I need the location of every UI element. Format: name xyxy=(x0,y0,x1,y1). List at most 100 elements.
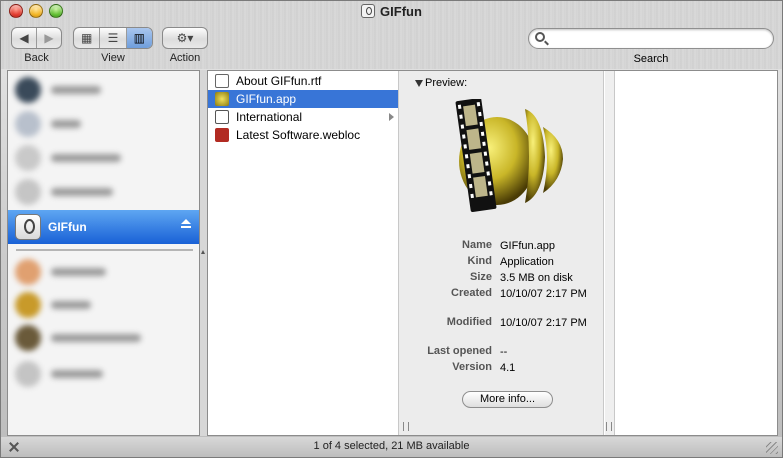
sidebar-item-blurred[interactable] xyxy=(8,323,199,353)
info-value: -- xyxy=(500,346,508,358)
sidebar-item-giffun[interactable]: GIFfun xyxy=(8,210,199,244)
info-key: Created xyxy=(451,287,492,299)
status-text: 1 of 4 selected, 21 MB available xyxy=(313,440,470,452)
window-title-text: GIFfun xyxy=(380,4,422,19)
titlebar-toolbar: GIFfun ◀ ▶ Back ▦ ☰ ▥ View ⚙▾ Action Sea… xyxy=(1,1,782,69)
splitter-handle-icon xyxy=(201,250,206,260)
blurred-icon xyxy=(15,77,41,103)
view-control: ▦ ☰ ▥ xyxy=(73,27,153,49)
blurred-label xyxy=(51,154,121,162)
gear-icon: ⚙▾ xyxy=(176,31,194,45)
grid-icon: ▦ xyxy=(80,31,93,45)
blurred-label xyxy=(51,120,81,128)
blurred-icon xyxy=(15,145,41,171)
sidebar-item-blurred[interactable] xyxy=(8,359,199,389)
blurred-label xyxy=(51,334,141,342)
sidebar: GIFfun xyxy=(7,70,200,436)
back-button[interactable]: ◀ xyxy=(12,28,36,48)
blurred-icon xyxy=(15,179,41,205)
search-icon xyxy=(535,32,545,42)
sidebar-item-blurred[interactable] xyxy=(8,177,199,207)
blurred-icon xyxy=(15,325,41,351)
list-icon: ☰ xyxy=(107,31,119,45)
info-value: GIFfun.app xyxy=(500,240,556,252)
info-value: 10/10/07 2:17 PM xyxy=(500,317,587,329)
finder-window: GIFfun ◀ ▶ Back ▦ ☰ ▥ View ⚙▾ Action Sea… xyxy=(0,0,783,458)
action-button[interactable]: ⚙▾ xyxy=(162,27,208,49)
columns-icon: ▥ xyxy=(133,31,145,45)
disclosure-triangle-icon[interactable] xyxy=(415,80,423,87)
window-title: GIFfun xyxy=(1,4,782,19)
search-label: Search xyxy=(633,53,669,65)
more-info-button[interactable]: More info... xyxy=(462,391,553,408)
preview-column: Preview: Name GIFfun.app Kind Applicatio… xyxy=(399,71,604,435)
disclosure-arrow-icon xyxy=(389,113,394,121)
item-name: About GIFfun.rtf xyxy=(236,74,322,88)
left-arrow-icon: ◀ xyxy=(19,31,29,45)
browser-column-1: About GIFfun.rtf GIFfun.app Internationa… xyxy=(208,71,407,435)
view-group: ▦ ☰ ▥ View xyxy=(73,27,153,64)
sidebar-item-blurred[interactable] xyxy=(8,109,199,139)
info-key: Modified xyxy=(446,316,492,328)
action-seg: ⚙▾ xyxy=(163,28,207,48)
item-name: GIFfun.app xyxy=(236,92,297,106)
item-name: International xyxy=(236,110,303,124)
blurred-icon xyxy=(15,361,41,387)
blurred-label xyxy=(51,86,101,94)
info-key: Last opened xyxy=(427,345,492,357)
info-value: 10/10/07 2:17 PM xyxy=(500,288,587,300)
info-key: Version xyxy=(452,361,492,373)
blurred-label xyxy=(51,370,103,378)
disk-image-icon xyxy=(361,4,376,18)
info-value: 3.5 MB on disk xyxy=(500,272,573,284)
giffun-app-icon xyxy=(455,99,563,213)
info-key: Name xyxy=(462,239,492,251)
column-view-button[interactable]: ▥ xyxy=(125,28,152,48)
icon-view-button[interactable]: ▦ xyxy=(74,28,99,48)
list-item[interactable]: Latest Software.webloc xyxy=(208,126,398,144)
forward-button[interactable]: ▶ xyxy=(36,28,61,48)
webloc-icon xyxy=(215,128,229,142)
list-view-button[interactable]: ☰ xyxy=(99,28,125,48)
info-key: Kind xyxy=(467,255,492,267)
info-value: 4.1 xyxy=(500,362,516,374)
info-value: Application xyxy=(500,256,554,268)
blurred-label xyxy=(51,188,113,196)
column-resize-grip[interactable] xyxy=(606,422,612,431)
blurred-icon xyxy=(15,292,41,318)
search-input[interactable] xyxy=(549,30,767,47)
sidebar-item-blurred[interactable] xyxy=(8,75,199,105)
sidebar-divider xyxy=(16,249,193,251)
action-group: ⚙▾ Action xyxy=(162,27,208,64)
empty-column-spacer xyxy=(605,71,615,435)
resize-grip-icon[interactable] xyxy=(766,442,778,454)
blurred-icon xyxy=(15,111,41,137)
list-item[interactable]: GIFfun.app xyxy=(208,90,398,108)
column-resize-grip[interactable] xyxy=(403,422,409,431)
right-arrow-icon: ▶ xyxy=(44,31,54,45)
folder-globe-icon xyxy=(215,110,229,124)
eject-icon[interactable] xyxy=(181,219,191,229)
info-key: Size xyxy=(469,271,492,283)
action-label: Action xyxy=(169,52,201,64)
sidebar-item-blurred[interactable] xyxy=(8,143,199,173)
column-browser: About GIFfun.rtf GIFfun.app Internationa… xyxy=(207,70,778,436)
blurred-icon xyxy=(15,259,41,285)
rtf-document-icon xyxy=(215,74,229,88)
back-forward-group: ◀ ▶ Back xyxy=(11,27,62,64)
status-bar: 1 of 4 selected, 21 MB available xyxy=(1,437,782,457)
item-name: Latest Software.webloc xyxy=(236,128,361,142)
back-forward-control: ◀ ▶ xyxy=(11,27,62,49)
app-icon xyxy=(215,92,229,106)
back-label: Back xyxy=(24,52,49,64)
blurred-label xyxy=(51,301,91,309)
disk-image-icon xyxy=(15,214,41,240)
sidebar-item-blurred[interactable] xyxy=(8,290,199,320)
sidebar-splitter[interactable] xyxy=(200,70,207,436)
list-item[interactable]: International xyxy=(208,108,398,126)
search-field[interactable] xyxy=(528,28,774,49)
preview-title: Preview: xyxy=(425,77,468,89)
sidebar-item-blurred[interactable] xyxy=(8,257,199,287)
blurred-label xyxy=(51,268,106,276)
list-item[interactable]: About GIFfun.rtf xyxy=(208,72,398,90)
